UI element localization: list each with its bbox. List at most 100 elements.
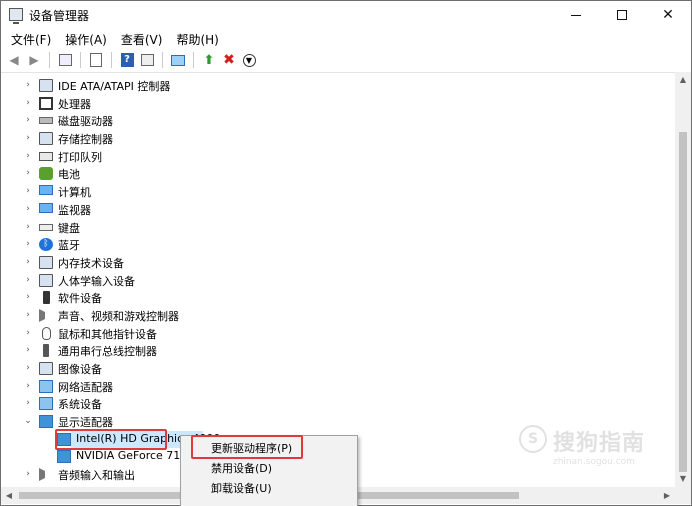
expand-caret-icon[interactable]: › [23,222,33,232]
close-icon: ✕ [662,7,674,23]
display-adapter-icon [39,415,53,429]
scrollbar-corner [675,487,691,504]
expand-caret-icon[interactable]: › [23,151,33,161]
ide-controller-icon [39,79,53,92]
back-button[interactable]: ◀ [5,51,23,69]
expand-caret-icon[interactable]: › [23,168,33,178]
expand-caret-icon[interactable]: › [23,363,33,373]
menu-help[interactable]: 帮助(H) [169,29,225,49]
tree-node-ide[interactable]: › IDE ATA/ATAPI 控制器 [1,77,675,95]
hid-icon [39,273,53,287]
tree-node-label: 音频输入和输出 [58,469,135,483]
menu-action[interactable]: 操作(A) [58,29,114,49]
expand-caret-icon[interactable]: › [23,186,33,196]
tree-node-label: 网络适配器 [58,380,113,394]
expand-caret-icon[interactable]: › [23,257,33,267]
ctx-uninstall-device[interactable]: 卸载设备(U) [181,479,357,499]
help-button[interactable]: ? [118,51,136,69]
scan-hardware-button[interactable] [169,51,187,69]
scroll-up-icon[interactable]: ▲ [675,72,691,88]
properties-button[interactable] [56,51,74,69]
download-icon: ▼ [242,53,256,67]
tree-node-processor[interactable]: › 处理器 [1,95,675,113]
tree-node-label: 鼠标和其他指针设备 [58,327,157,341]
tree-node-camera[interactable]: › 图像设备 [1,360,675,378]
toolbar-separator [80,52,81,68]
keyboard-icon [39,223,53,231]
expand-caret-icon[interactable]: › [23,292,33,302]
usb-icon [43,344,49,358]
expand-caret-icon[interactable]: › [23,275,33,285]
toolbar-separator [49,52,50,68]
tree-node-memory[interactable]: › 内存技术设备 [1,254,675,272]
collapse-caret-icon[interactable]: ⌄ [23,416,33,426]
expand-caret-icon[interactable]: › [23,310,33,320]
tree-node-system[interactable]: › 系统设备 [1,395,675,413]
scroll-right-icon[interactable]: ▶ [659,487,675,504]
tree-node-mouse[interactable]: › 鼠标和其他指针设备 [1,325,675,343]
menu-bar: 文件(F) 操作(A) 查看(V) 帮助(H) [1,29,691,49]
close-button[interactable]: ✕ [645,1,691,29]
view-button[interactable] [87,51,105,69]
annotation-highlight-box [191,435,303,459]
expand-caret-icon[interactable]: › [23,345,33,355]
tree-node-bluetooth[interactable]: › ᛒ 蓝牙 [1,236,675,254]
toolbar: ◀ ▶ ? ⬆ ✖ ▼ [1,49,691,71]
device-manager-app-icon [9,8,23,24]
tree-node-computer[interactable]: › 计算机 [1,183,675,201]
expand-caret-icon[interactable]: › [23,80,33,90]
maximize-button[interactable] [599,1,645,29]
expand-caret-icon[interactable]: › [23,115,33,125]
device-manager-window: 设备管理器 ✕ 文件(F) 操作(A) 查看(V) 帮助(H) ◀ ▶ ? ⬆ … [0,0,692,506]
list-button[interactable] [138,51,156,69]
tree-node-software[interactable]: › 软件设备 [1,289,675,307]
minimize-icon [571,14,581,16]
tree-node-label: NVIDIA GeForce 710M [76,449,197,463]
add-driver-button[interactable]: ⬆ [200,51,218,69]
network-icon [39,379,53,393]
ctx-disable-device[interactable]: 禁用设备(D) [181,459,357,479]
tree-node-monitor[interactable]: › 监视器 [1,201,675,219]
window-title: 设备管理器 [29,9,90,23]
tree-node-label: 磁盘驱动器 [58,115,113,129]
expand-caret-icon[interactable]: › [23,469,33,479]
tree-node-label: 系统设备 [58,398,102,412]
tree-node-label: 存储控制器 [58,133,113,147]
minimize-button[interactable] [553,1,599,29]
tree-node-storage[interactable]: › 存储控制器 [1,130,675,148]
sogou-logo-icon: S [519,425,547,453]
forward-button[interactable]: ▶ [25,51,43,69]
forward-arrow-icon: ▶ [29,53,39,67]
uninstall-button[interactable]: ✖ [220,51,238,69]
system-device-icon [39,397,53,411]
menu-view[interactable]: 查看(V) [114,29,170,49]
vertical-scroll-thumb[interactable] [679,132,687,472]
tree-node-network[interactable]: › 网络适配器 [1,378,675,396]
tree-node-printer[interactable]: › 打印队列 [1,148,675,166]
camera-icon [39,362,53,375]
tree-node-hid[interactable]: › 人体学输入设备 [1,272,675,290]
expand-caret-icon[interactable]: › [23,398,33,408]
expand-caret-icon[interactable]: › [23,328,33,338]
mouse-icon [42,326,51,340]
disk-drive-icon [39,117,53,125]
expand-caret-icon[interactable]: › [23,204,33,214]
watermark-url: zhinan.sogou.com [553,457,635,467]
computer-icon [39,185,53,196]
expand-caret-icon[interactable]: › [23,98,33,108]
tree-node-keyboard[interactable]: › 键盘 [1,219,675,237]
update-button[interactable]: ▼ [240,51,258,69]
menu-file[interactable]: 文件(F) [4,29,58,49]
tree-node-label: IDE ATA/ATAPI 控制器 [58,80,171,93]
tree-node-sound[interactable]: › 声音、视频和游戏控制器 [1,307,675,325]
scroll-left-icon[interactable]: ◀ [1,487,17,504]
remove-icon: ✖ [223,52,235,68]
expand-caret-icon[interactable]: › [23,239,33,249]
monitor-icon [39,202,53,213]
tree-node-disk[interactable]: › 磁盘驱动器 [1,112,675,130]
tree-node-usb[interactable]: › 通用串行总线控制器 [1,342,675,360]
tree-node-label: 电池 [58,168,80,182]
tree-node-battery[interactable]: › 电池 [1,165,675,183]
expand-caret-icon[interactable]: › [23,133,33,143]
expand-caret-icon[interactable]: › [23,381,33,391]
